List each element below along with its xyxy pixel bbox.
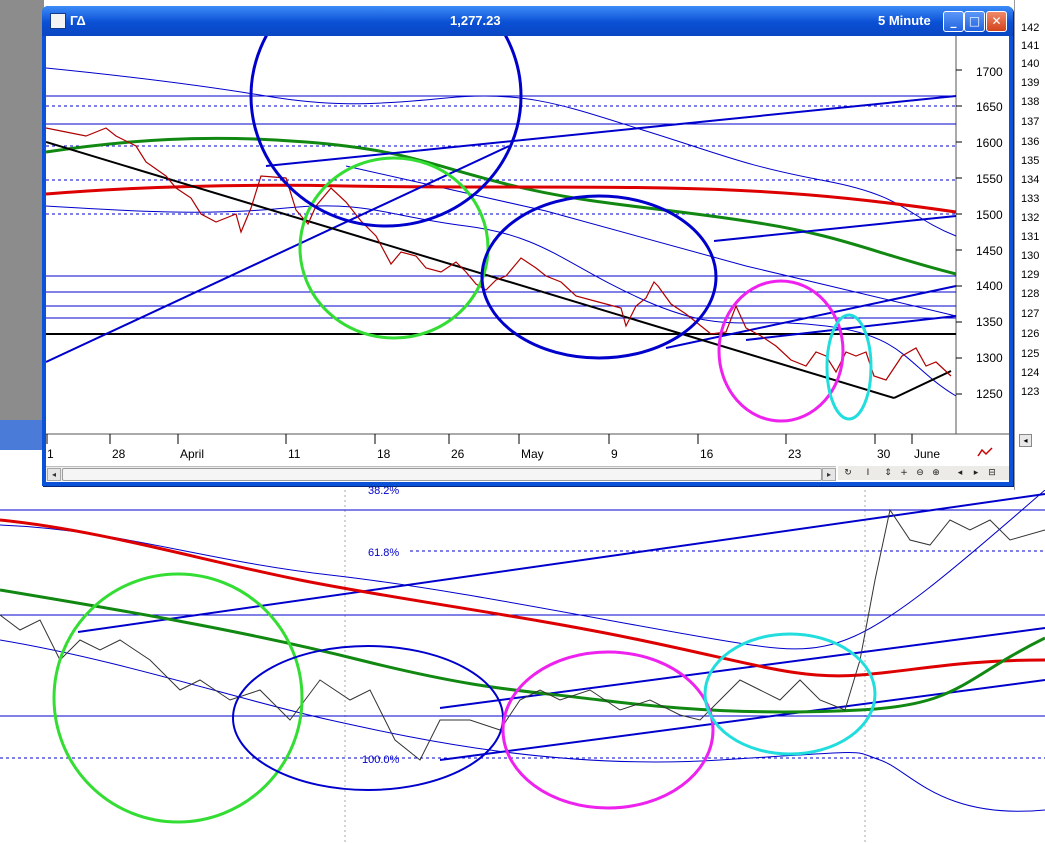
price-chart[interactable]: 1700 1650 1600 1550 1500 1450 1400 1350 … xyxy=(46,36,1009,482)
axis-label: 137 xyxy=(1021,116,1040,128)
x-axis-label: 28 xyxy=(112,447,126,461)
background-ma-green xyxy=(0,588,1045,714)
desktop-left-strip xyxy=(0,0,44,450)
chart-area[interactable]: 1700 1650 1600 1550 1500 1450 1400 1350 … xyxy=(46,36,1009,482)
axis-label: 129 xyxy=(1021,269,1040,281)
green-circle-annotation xyxy=(52,572,304,824)
background-annotation-circles xyxy=(52,572,877,824)
axis-label: 132 xyxy=(1021,212,1040,224)
axis-label: 142 xyxy=(1021,22,1040,34)
chart-toolbar: ↻ I ⇕ + ⊖ ⊕ ◂ ▸ ⊟ xyxy=(838,466,1009,480)
chart-window[interactable]: ΓΔ 1,277.23 5 Minute _ □ ✕ 1700 1650 160… xyxy=(42,6,1013,486)
background-trendlines xyxy=(77,493,1045,761)
x-axis-label: May xyxy=(521,447,544,461)
x-axis-label: April xyxy=(180,447,204,461)
y-axis-label: 1500 xyxy=(976,208,1003,222)
background-ma-red xyxy=(0,518,1045,678)
axis-label: 126 xyxy=(1021,328,1040,340)
axis-label: 139 xyxy=(1021,77,1040,89)
axis-label: 138 xyxy=(1021,96,1040,108)
x-axis-label: 9 xyxy=(611,447,618,461)
x-axis-label: 11 xyxy=(288,447,301,461)
maximize-button[interactable]: □ xyxy=(964,11,985,32)
window-app-icon[interactable] xyxy=(50,13,66,29)
axis-label: 136 xyxy=(1021,136,1040,148)
y-axis-label: 1250 xyxy=(976,387,1003,401)
axis-label: 133 xyxy=(1021,193,1040,205)
x-axis-label: June xyxy=(914,447,940,461)
axis-label: 123 xyxy=(1021,386,1040,398)
y-axis-label: 1450 xyxy=(976,244,1003,258)
x-axis-label: 26 xyxy=(451,447,465,461)
x-axis-label: 18 xyxy=(377,447,391,461)
chart-settings-icon xyxy=(976,446,994,460)
y-axis-label: 1700 xyxy=(976,65,1003,79)
axis-label: 127 xyxy=(1021,308,1040,320)
scroll-forward-icon[interactable]: ▸ xyxy=(970,467,982,479)
y-axis-label: 1650 xyxy=(976,100,1003,114)
fib-level-label: 61.8% xyxy=(368,547,399,559)
background-envelope-lower xyxy=(0,639,1045,812)
y-axis-label: 1550 xyxy=(976,172,1003,186)
y-axis-label: 1350 xyxy=(976,315,1003,329)
background-gridlines xyxy=(344,490,866,843)
axis-label: 124 xyxy=(1021,367,1040,379)
title-bar[interactable]: ΓΔ 1,277.23 5 Minute _ □ ✕ xyxy=(42,6,1013,36)
fib-level-label: 100.0% xyxy=(362,754,400,766)
axis-label: 128 xyxy=(1021,288,1040,300)
crosshair-icon[interactable]: + xyxy=(898,467,910,479)
x-axis-label: 30 xyxy=(877,447,891,461)
symbol-label: ΓΔ xyxy=(70,13,86,28)
close-button[interactable]: ✕ xyxy=(986,11,1007,32)
x-axis-label: 23 xyxy=(788,447,802,461)
minimize-button[interactable]: _ xyxy=(943,11,964,32)
scroll-left-button[interactable]: ◂ xyxy=(1019,434,1032,447)
refresh-icon[interactable]: ↻ xyxy=(842,467,854,479)
horizontal-scrollbar[interactable]: ◂ ▸ xyxy=(46,466,836,481)
x-axis-label: 16 xyxy=(700,447,714,461)
axis-label: 130 xyxy=(1021,250,1040,262)
axis-label: 135 xyxy=(1021,155,1040,167)
axis-label: 134 xyxy=(1021,174,1040,186)
y-axis-label: 1600 xyxy=(976,136,1003,150)
zoom-out-icon[interactable]: ⊖ xyxy=(914,467,926,479)
axis-label: 140 xyxy=(1021,58,1040,70)
axis-label: 125 xyxy=(1021,348,1040,360)
x-axis-label: 1 xyxy=(47,447,54,461)
second-chart-price-axis: 142 141 140 139 138 137 136 135 134 133 … xyxy=(1014,0,1045,490)
scroll-right-arrow[interactable]: ▸ xyxy=(822,468,836,481)
scroll-thumb[interactable] xyxy=(62,468,822,481)
axis-label: 141 xyxy=(1021,40,1040,52)
blue-ellipse-annotation xyxy=(232,645,504,791)
magenta-ellipse-annotation xyxy=(501,650,715,810)
interval-label: 5 Minute xyxy=(878,13,931,28)
fib-level-label: 38.2% xyxy=(368,485,399,497)
scroll-back-icon[interactable]: ◂ xyxy=(954,467,966,479)
cursor-icon[interactable]: I xyxy=(862,467,874,479)
y-axis-label: 1300 xyxy=(976,351,1003,365)
vertical-scale-icon[interactable]: ⇕ xyxy=(882,467,894,479)
scroll-left-arrow[interactable]: ◂ xyxy=(47,468,61,481)
zoom-in-icon[interactable]: ⊕ xyxy=(930,467,942,479)
panel-toggle-icon[interactable]: ⊟ xyxy=(986,467,998,479)
last-price: 1,277.23 xyxy=(450,13,501,28)
axis-label: 131 xyxy=(1021,231,1040,243)
y-axis-label: 1400 xyxy=(976,279,1003,293)
